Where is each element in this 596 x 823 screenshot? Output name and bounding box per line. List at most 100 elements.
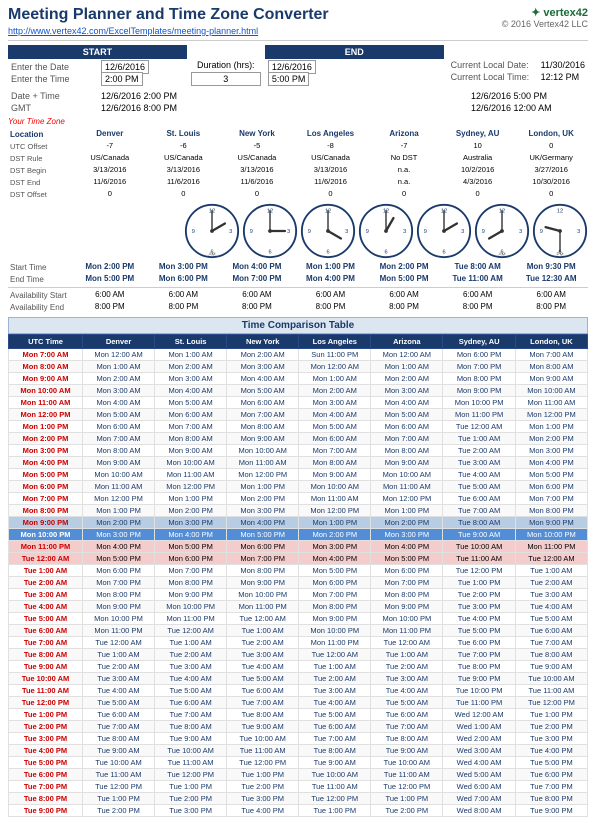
table-row: Tue 4:00 PMTue 9:00 AMTue 10:00 AMTue 11… [9, 745, 588, 757]
cell-value: Tue 3:00 AM [155, 661, 227, 673]
svg-text:3: 3 [345, 229, 348, 235]
clock-denver: 12 3 6 9 AM [184, 203, 240, 259]
current-local-date-label: Current Local Date: [448, 59, 538, 71]
cell-utc: Tue 4:00 PM [9, 745, 83, 757]
cell-value: Mon 6:00 PM [515, 481, 587, 493]
cell-value: Mon 1:00 PM [227, 481, 299, 493]
start-form: Enter the Date 12/6/2016 Enter the Time … [8, 61, 187, 85]
header-link[interactable]: http://www.vertex42.com/ExcelTemplates/m… [8, 26, 258, 36]
et-losangeles: Mon 4:00 PM [294, 274, 368, 285]
svg-text:6: 6 [384, 249, 387, 255]
duration-input[interactable]: 3 [191, 72, 261, 86]
cell-utc: Tue 7:00 AM [9, 637, 83, 649]
table-row: Tue 9:00 PMTue 2:00 PMTue 3:00 PMTue 4:0… [9, 805, 588, 817]
dst-rule-row: DST Rule US/Canada US/Canada US/Canada U… [8, 153, 588, 164]
dst-end-row: DST End 11/6/2016 11/6/2016 11/6/2016 11… [8, 177, 588, 188]
cell-value: Mon 5:00 PM [515, 469, 587, 481]
ae-denver: 8:00 PM [73, 302, 147, 313]
end-time-input[interactable]: 5:00 PM [268, 72, 310, 86]
cell-value: Tue 7:00 AM [443, 505, 515, 517]
cell-value: Mon 11:00 AM [515, 397, 587, 409]
cell-value: Tue 1:00 AM [299, 661, 371, 673]
location-header-row: Location Denver St. Louis New York Los A… [8, 129, 588, 140]
start-gmt-value: 12/6/2016 8:00 PM [98, 102, 468, 114]
end-gmt-value: 12/6/2016 12:00 AM [468, 102, 588, 114]
cell-value: Mon 2:00 AM [83, 373, 155, 385]
cell-value: Tue 6:00 AM [155, 697, 227, 709]
table-row: Tue 8:00 AMTue 1:00 AMTue 2:00 AMTue 3:0… [9, 649, 588, 661]
cell-value: Mon 6:00 PM [443, 349, 515, 361]
cell-value: Tue 1:00 PM [515, 709, 587, 721]
cell-value: Mon 2:00 PM [299, 529, 371, 541]
cell-value: Mon 5:00 PM [371, 553, 443, 565]
start-time-input[interactable]: 2:00 PM [101, 72, 143, 86]
cell-value: Tue 10:00 AM [515, 673, 587, 685]
cell-utc: Mon 7:00 AM [9, 349, 83, 361]
dstbegin-denver: 3/13/2016 [73, 165, 147, 176]
cell-value: Mon 7:00 PM [227, 553, 299, 565]
cell-value: Tue 4:00 AM [83, 685, 155, 697]
clock-arizona: 12 3 6 9 [416, 203, 472, 259]
cell-value: Tue 12:00 AM [299, 649, 371, 661]
avail-end-label: Availability End [8, 302, 73, 313]
et-newyork: Mon 7:00 PM [220, 274, 294, 285]
cell-value: Wed 12:00 AM [443, 709, 515, 721]
svg-text:12: 12 [557, 208, 563, 214]
dstbegin-newyork: 3/13/2016 [220, 165, 294, 176]
svg-text:3: 3 [403, 229, 406, 235]
cell-value: Tue 3:00 AM [371, 673, 443, 685]
cell-value: Tue 11:00 AM [155, 757, 227, 769]
cell-value: Tue 6:00 AM [515, 625, 587, 637]
cell-value: Tue 2:00 AM [371, 661, 443, 673]
cell-value: Mon 9:00 AM [299, 469, 371, 481]
cell-value: Mon 6:00 AM [299, 433, 371, 445]
dstend-label: DST End [8, 177, 73, 188]
cell-value: Mon 12:00 PM [515, 409, 587, 421]
cell-utc: Mon 3:00 PM [9, 445, 83, 457]
cell-value: Tue 9:00 PM [515, 805, 587, 817]
cell-value: Mon 4:00 AM [155, 385, 227, 397]
cell-value: Tue 4:00 PM [227, 805, 299, 817]
cell-utc: Mon 12:00 PM [9, 409, 83, 421]
cell-utc: Tue 1:00 AM [9, 565, 83, 577]
table-row: Mon 5:00 PMMon 10:00 AMMon 11:00 AMMon 1… [9, 469, 588, 481]
ae-newyork: 8:00 PM [220, 302, 294, 313]
dstoffset-sydney: 0 [441, 189, 515, 200]
cell-utc: Mon 9:00 AM [9, 373, 83, 385]
cell-value: Mon 10:00 PM [299, 625, 371, 637]
cell-value: Mon 12:00 PM [155, 481, 227, 493]
svg-text:9: 9 [424, 229, 427, 235]
cell-value: Tue 10:00 AM [227, 733, 299, 745]
svg-text:9: 9 [192, 229, 195, 235]
cell-utc: Tue 2:00 AM [9, 577, 83, 589]
cell-utc: Mon 11:00 PM [9, 541, 83, 553]
cell-value: Tue 9:00 AM [443, 529, 515, 541]
cell-value: Wed 7:00 AM [443, 793, 515, 805]
comparison-section: Time Comparison Table UTC Time Denver St… [8, 317, 588, 817]
cell-value: Tue 5:00 AM [443, 481, 515, 493]
th-denver: Denver [83, 335, 155, 349]
comparison-table: UTC Time Denver St. Louis New York Los A… [8, 334, 588, 817]
svg-text:12: 12 [383, 208, 389, 214]
table-row: Mon 8:00 AMMon 1:00 AMMon 2:00 AMMon 3:0… [9, 361, 588, 373]
svg-text:9: 9 [250, 229, 253, 235]
cell-value: Tue 3:00 AM [83, 673, 155, 685]
cell-value: Mon 5:00 PM [227, 529, 299, 541]
cell-value: Mon 9:00 PM [515, 517, 587, 529]
cell-value: Mon 9:00 AM [371, 457, 443, 469]
cell-utc: Tue 6:00 AM [9, 625, 83, 637]
loc-arizona: Arizona [367, 129, 441, 140]
cell-value: Mon 9:00 AM [155, 445, 227, 457]
cell-utc: Tue 1:00 PM [9, 709, 83, 721]
utc-newyork: -5 [220, 141, 294, 152]
cell-value: Mon 5:00 PM [155, 541, 227, 553]
cell-value: Tue 2:00 AM [83, 661, 155, 673]
et-arizona: Mon 5:00 PM [367, 274, 441, 285]
cell-value: Tue 4:00 AM [371, 685, 443, 697]
table-row: Tue 11:00 AMTue 4:00 AMTue 5:00 AMTue 6:… [9, 685, 588, 697]
cell-value: Mon 7:00 AM [371, 433, 443, 445]
header: Meeting Planner and Time Zone Converter … [8, 6, 588, 41]
cell-value: Tue 4:00 PM [443, 613, 515, 625]
cell-value: Tue 2:00 PM [443, 589, 515, 601]
table-row: Tue 2:00 PMTue 7:00 AMTue 8:00 AMTue 9:0… [9, 721, 588, 733]
